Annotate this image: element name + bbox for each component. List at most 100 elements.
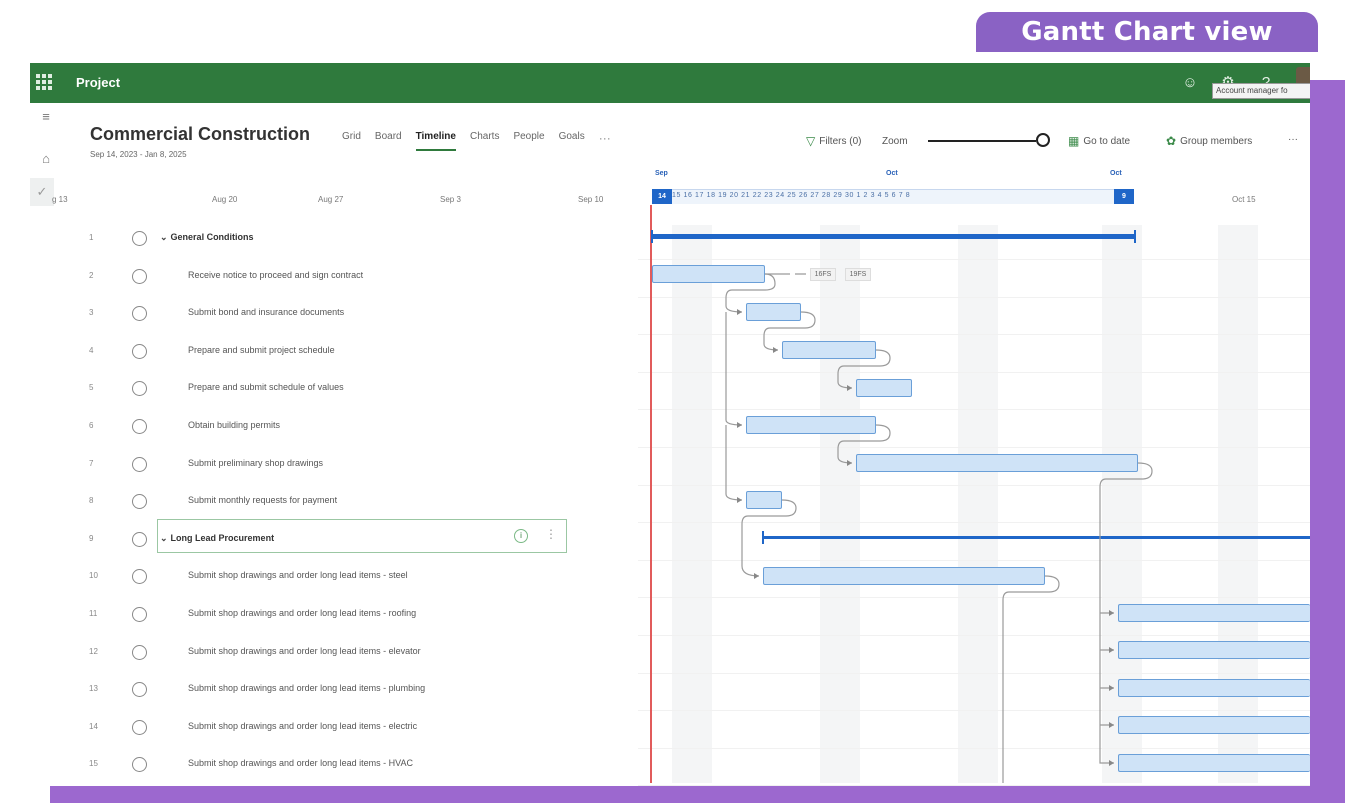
go-to-date-button[interactable]: ▦ Go to date <box>1068 131 1130 151</box>
tabs-more-icon[interactable]: ··· <box>599 131 611 151</box>
task-row[interactable]: 7 Submit preliminary shop drawings <box>60 448 620 486</box>
task-name[interactable]: Receive notice to proceed and sign contr… <box>188 270 363 280</box>
summary-task-row[interactable]: 1 ⌄ General Conditions <box>60 222 620 260</box>
task-row[interactable]: 13 Submit shop drawings and order long le… <box>60 673 620 711</box>
task-name[interactable]: Prepare and submit project schedule <box>188 345 335 355</box>
app-launcher-icon[interactable] <box>36 74 52 90</box>
complete-task-checkbox[interactable] <box>132 494 147 509</box>
task-bar-3[interactable] <box>746 303 801 321</box>
go-to-date-label: Go to date <box>1083 135 1131 147</box>
day-end-marker[interactable]: 9 <box>1114 189 1134 204</box>
tasks-check-icon[interactable]: ✓ <box>33 183 51 201</box>
task-name[interactable]: Submit shop drawings and order long lead… <box>188 608 416 618</box>
chevron-down-icon[interactable]: ⌄ <box>160 232 168 243</box>
summary-task-row[interactable]: 9 ⌄ Long Lead Procurement <box>60 523 620 561</box>
zoom-slider-track[interactable] <box>928 140 1036 142</box>
task-row[interactable]: 2 Receive notice to proceed and sign cont… <box>60 260 620 298</box>
task-bar-8[interactable] <box>746 491 782 509</box>
task-row[interactable]: 12 Submit shop drawings and order long le… <box>60 636 620 674</box>
task-name[interactable]: Submit preliminary shop drawings <box>188 458 323 468</box>
complete-task-checkbox[interactable] <box>132 344 147 359</box>
task-bar-14[interactable] <box>1118 716 1310 734</box>
grid-row-line <box>638 409 1310 410</box>
row-number: 5 <box>89 383 94 392</box>
task-bar-2[interactable] <box>652 265 765 283</box>
task-bar-7[interactable] <box>856 454 1138 472</box>
weekend-band <box>1102 225 1142 783</box>
task-row[interactable]: 4 Prepare and submit project schedule <box>60 335 620 373</box>
task-row[interactable]: 11 Submit shop drawings and order long le… <box>60 598 620 636</box>
complete-task-checkbox[interactable] <box>132 682 147 697</box>
task-bar-4[interactable] <box>782 341 876 359</box>
task-name[interactable]: Submit shop drawings and order long lead… <box>188 758 413 768</box>
task-bar-6[interactable] <box>746 416 876 434</box>
tab-timeline[interactable]: Timeline <box>415 131 456 151</box>
menu-icon[interactable]: ≡ <box>37 108 55 126</box>
task-name-label: General Conditions <box>170 232 254 242</box>
task-bar-15[interactable] <box>1118 754 1310 772</box>
complete-task-checkbox[interactable] <box>132 720 147 735</box>
task-name[interactable]: Obtain building permits <box>188 420 280 430</box>
tab-charts[interactable]: Charts <box>470 131 499 151</box>
task-bar-5[interactable] <box>856 379 912 397</box>
month-label: Oct <box>1110 170 1122 177</box>
task-bar-13[interactable] <box>1118 679 1310 697</box>
project-dates: Sep 14, 2023 - Jan 8, 2025 <box>90 150 187 159</box>
task-row[interactable]: 6 Obtain building permits <box>60 410 620 448</box>
task-name[interactable]: Submit shop drawings and order long lead… <box>188 683 425 693</box>
complete-task-checkbox[interactable] <box>132 569 147 584</box>
task-row[interactable]: 14 Submit shop drawings and order long le… <box>60 711 620 749</box>
summary-bar-long-lead-procurement[interactable] <box>763 536 1310 539</box>
task-name[interactable]: ⌄ Long Lead Procurement <box>160 533 274 544</box>
row-number: 9 <box>89 534 94 543</box>
complete-task-checkbox[interactable] <box>132 231 147 246</box>
tab-board[interactable]: Board <box>375 131 402 151</box>
task-name[interactable]: Submit shop drawings and order long lead… <box>188 570 408 580</box>
tab-grid[interactable]: Grid <box>342 131 361 151</box>
task-bar-12[interactable] <box>1118 641 1310 659</box>
grid-row-line <box>638 259 1310 260</box>
complete-task-checkbox[interactable] <box>132 269 147 284</box>
task-name[interactable]: Submit shop drawings and order long lead… <box>188 721 417 731</box>
task-row[interactable]: 8 Submit monthly requests for payment <box>60 485 620 523</box>
task-name[interactable]: Submit shop drawings and order long lead… <box>188 646 421 656</box>
weekend-band <box>672 225 712 783</box>
task-bar-11[interactable] <box>1118 604 1310 622</box>
summary-bar-start-cap <box>651 230 653 243</box>
task-row[interactable]: 15 Submit shop drawings and order long le… <box>60 748 620 786</box>
task-name-label: Submit shop drawings and order long lead… <box>188 683 426 693</box>
task-name[interactable]: ⌄ General Conditions <box>160 232 254 243</box>
complete-task-checkbox[interactable] <box>132 457 147 472</box>
task-name-label: Submit bond and insurance documents <box>188 307 345 317</box>
task-row[interactable]: 3 Submit bond and insurance documents <box>60 297 620 335</box>
group-members-button[interactable]: ✿ Group members <box>1166 131 1252 151</box>
account-tooltip: Account manager fo <box>1212 83 1310 99</box>
day-start-marker[interactable]: 14 <box>652 189 672 204</box>
task-bar-10[interactable] <box>763 567 1045 585</box>
task-name[interactable]: Submit bond and insurance documents <box>188 307 344 317</box>
task-row[interactable]: 10 Submit shop drawings and order long le… <box>60 560 620 598</box>
app-name[interactable]: Project <box>76 75 120 90</box>
complete-task-checkbox[interactable] <box>132 381 147 396</box>
more-options-button[interactable]: ··· <box>1288 129 1298 149</box>
grid-row-line <box>638 785 1310 786</box>
complete-task-checkbox[interactable] <box>132 419 147 434</box>
zoom-slider-handle[interactable] <box>1036 133 1050 147</box>
complete-task-checkbox[interactable] <box>132 607 147 622</box>
filters-button[interactable]: ▽ Filters (0) <box>806 131 861 151</box>
task-name[interactable]: Prepare and submit schedule of values <box>188 382 344 392</box>
complete-task-checkbox[interactable] <box>132 532 147 547</box>
home-icon[interactable]: ⌂ <box>37 150 55 168</box>
task-row[interactable]: 5 Prepare and submit schedule of values <box>60 372 620 410</box>
summary-bar-general-conditions[interactable] <box>652 234 1136 239</box>
task-name[interactable]: Submit monthly requests for payment <box>188 495 337 505</box>
tab-goals[interactable]: Goals <box>559 131 585 151</box>
complete-task-checkbox[interactable] <box>132 757 147 772</box>
tab-people[interactable]: People <box>513 131 544 151</box>
month-label: Oct <box>886 170 898 177</box>
complete-task-checkbox[interactable] <box>132 306 147 321</box>
chevron-down-icon[interactable]: ⌄ <box>160 533 168 544</box>
notifications-icon[interactable]: ☺ <box>1180 73 1200 93</box>
complete-task-checkbox[interactable] <box>132 645 147 660</box>
project-title[interactable]: Commercial Construction <box>90 124 310 145</box>
